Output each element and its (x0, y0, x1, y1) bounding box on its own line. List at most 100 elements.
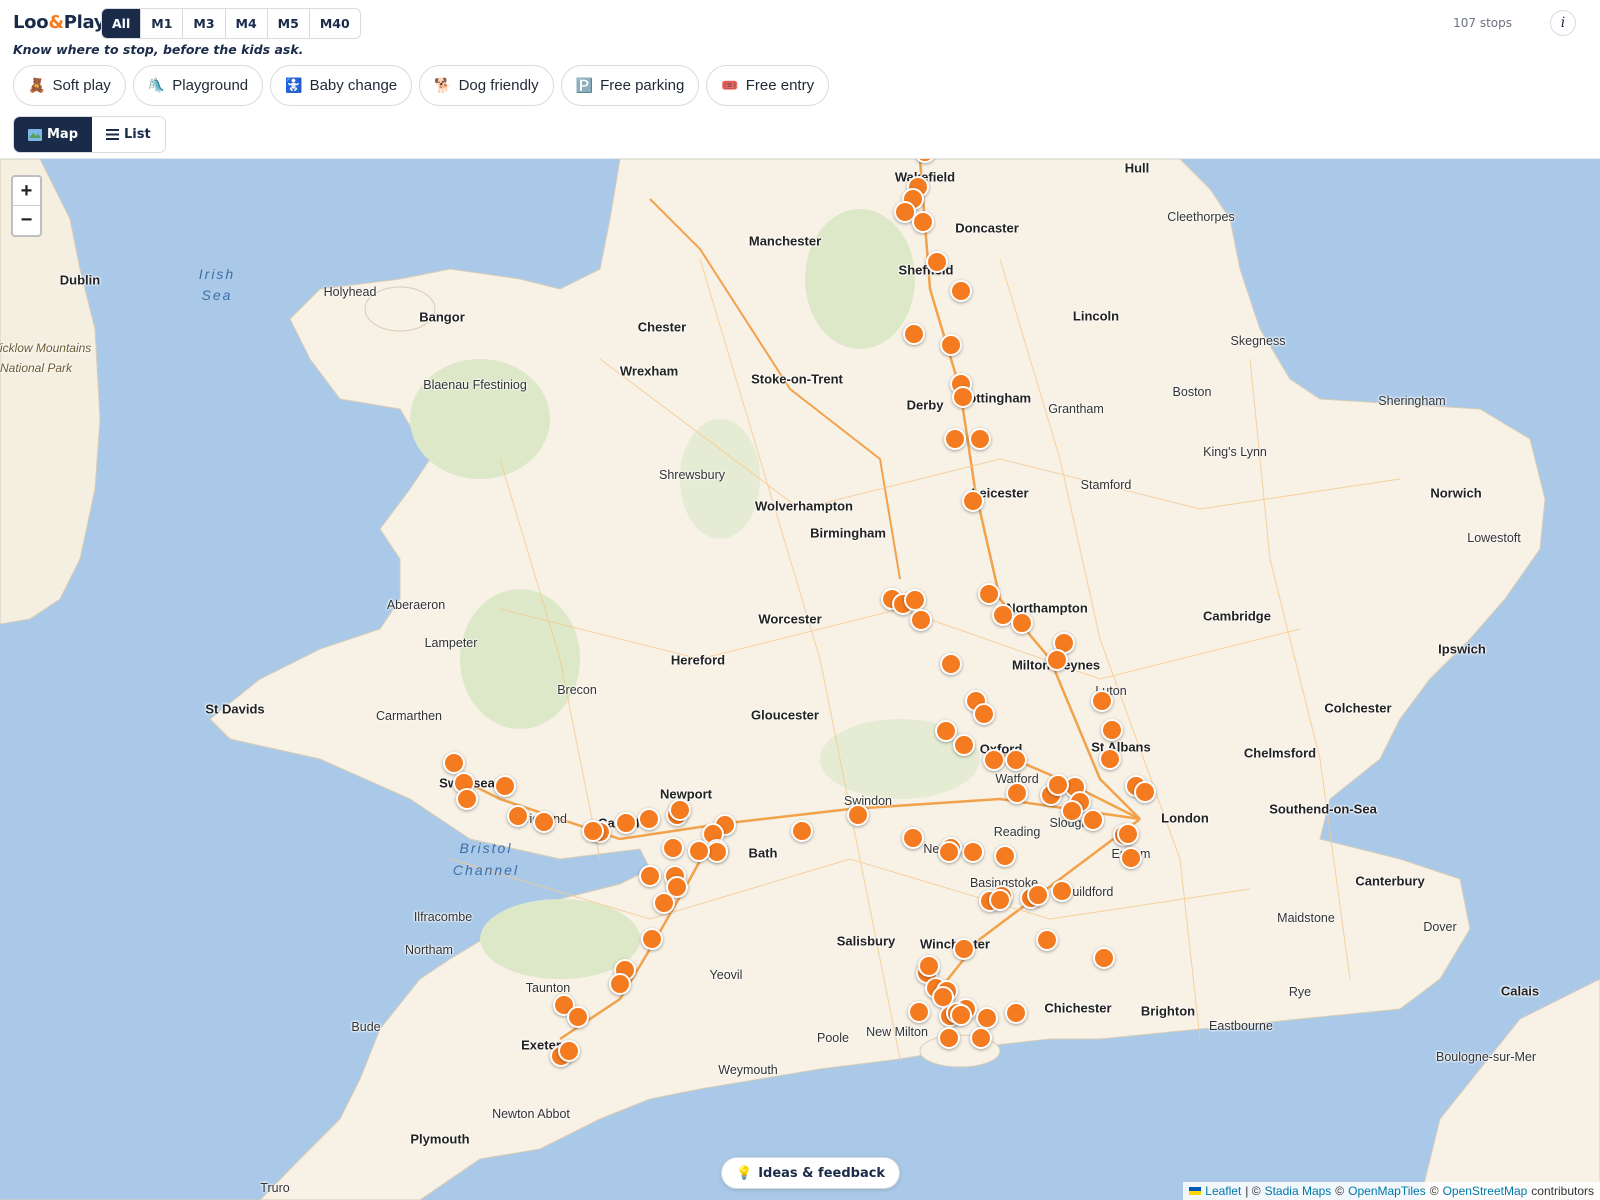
road-filter-m5[interactable]: M5 (268, 9, 310, 38)
stop-marker[interactable] (1005, 749, 1027, 771)
stop-marker[interactable] (1061, 800, 1083, 822)
stop-marker[interactable] (1099, 748, 1121, 770)
stop-marker[interactable] (912, 211, 934, 233)
stop-marker[interactable] (507, 805, 529, 827)
map-label-eastbourne: Eastbourne (1209, 1019, 1273, 1033)
stop-marker[interactable] (653, 892, 675, 914)
stop-marker[interactable] (662, 837, 684, 859)
stop-marker[interactable] (940, 334, 962, 356)
stop-marker[interactable] (983, 749, 1005, 771)
map-label-kings-lynn: King's Lynn (1203, 445, 1267, 459)
stop-marker[interactable] (1082, 809, 1104, 831)
stop-marker[interactable] (494, 775, 516, 797)
stop-marker[interactable] (1101, 719, 1123, 741)
stop-marker[interactable] (1006, 782, 1028, 804)
map-label-shrewsbury: Shrewsbury (659, 468, 725, 482)
stop-marker[interactable] (1036, 929, 1058, 951)
stop-marker[interactable] (669, 799, 691, 821)
stop-marker[interactable] (989, 889, 1011, 911)
stop-marker[interactable] (908, 1001, 930, 1023)
stop-marker[interactable] (976, 1007, 998, 1029)
stop-marker[interactable] (944, 428, 966, 450)
stop-marker[interactable] (615, 812, 637, 834)
stop-marker[interactable] (688, 840, 710, 862)
stop-marker[interactable] (558, 1040, 580, 1062)
stop-marker[interactable] (1093, 947, 1115, 969)
stop-marker[interactable] (926, 251, 948, 273)
stop-marker[interactable] (1047, 774, 1069, 796)
stop-marker[interactable] (847, 804, 869, 826)
stop-marker[interactable] (567, 1006, 589, 1028)
filter-playground[interactable]: 🛝 Playground (132, 65, 264, 106)
stop-marker[interactable] (902, 827, 924, 849)
stop-marker[interactable] (1046, 649, 1068, 671)
stop-marker[interactable] (962, 841, 984, 863)
stop-marker[interactable] (1027, 884, 1049, 906)
stop-marker[interactable] (940, 653, 962, 675)
stop-marker[interactable] (952, 386, 974, 408)
stop-marker[interactable] (962, 490, 984, 512)
stop-marker[interactable] (970, 1027, 992, 1049)
stop-marker[interactable] (904, 589, 926, 611)
filter-free-parking[interactable]: 🅿️ Free parking (560, 65, 700, 106)
stop-marker[interactable] (1005, 1002, 1027, 1024)
stop-marker[interactable] (969, 428, 991, 450)
map-canvas[interactable]: Irish Sea Bristol Channel Wicklow Mounta… (0, 159, 1600, 1200)
road-filter-m4[interactable]: M4 (226, 9, 268, 38)
tagline: Know where to stop, before the kids ask. (13, 42, 304, 57)
map-label-bangor: Bangor (419, 309, 465, 325)
stop-marker[interactable] (609, 973, 631, 995)
stop-marker[interactable] (443, 752, 465, 774)
map-label-hereford: Hereford (670, 652, 726, 668)
map-label-lincoln: Lincoln (1072, 308, 1120, 324)
stop-marker[interactable] (1051, 880, 1073, 902)
stop-marker[interactable] (791, 820, 813, 842)
stop-marker[interactable] (1091, 690, 1113, 712)
leaflet-link[interactable]: Leaflet (1205, 1184, 1241, 1198)
stop-marker[interactable] (973, 703, 995, 725)
stop-marker[interactable] (1117, 823, 1139, 845)
info-button[interactable]: i (1550, 10, 1576, 36)
stop-marker[interactable] (639, 865, 661, 887)
stop-marker[interactable] (1134, 781, 1156, 803)
feedback-button[interactable]: 💡 Ideas & feedback (721, 1157, 901, 1189)
stop-marker[interactable] (638, 808, 660, 830)
map-view-button[interactable]: Map (14, 117, 93, 152)
stop-marker[interactable] (953, 938, 975, 960)
app-logo[interactable]: Loo&Play (13, 12, 106, 33)
stadia-link[interactable]: Stadia Maps (1265, 1184, 1332, 1198)
road-filter-m40[interactable]: M40 (310, 9, 360, 38)
stop-marker[interactable] (953, 734, 975, 756)
stop-marker[interactable] (903, 323, 925, 345)
stop-marker[interactable] (938, 841, 960, 863)
stop-marker[interactable] (641, 928, 663, 950)
stop-marker[interactable] (918, 955, 940, 977)
road-filter-m1[interactable]: M1 (141, 9, 184, 38)
stop-marker[interactable] (994, 845, 1016, 867)
openmaptiles-link[interactable]: OpenMapTiles (1348, 1184, 1426, 1198)
stop-marker[interactable] (533, 811, 555, 833)
stop-marker[interactable] (456, 788, 478, 810)
stop-marker[interactable] (978, 583, 1000, 605)
list-view-label: List (124, 127, 151, 142)
list-view-button[interactable]: List (92, 117, 165, 152)
stop-marker[interactable] (938, 1027, 960, 1049)
stop-marker[interactable] (950, 280, 972, 302)
road-filter-m3[interactable]: M3 (183, 9, 226, 38)
stop-marker[interactable] (910, 609, 932, 631)
stop-marker[interactable] (1011, 612, 1033, 634)
map-label-lowestoft: Lowestoft (1467, 531, 1521, 545)
stop-marker[interactable] (582, 820, 604, 842)
filter-dog-friendly[interactable]: 🐕 Dog friendly (419, 65, 554, 106)
map-label-plymouth: Plymouth (410, 1131, 470, 1147)
stop-marker[interactable] (950, 1004, 972, 1026)
stop-marker[interactable] (1120, 847, 1142, 869)
openstreetmap-link[interactable]: OpenStreetMap (1443, 1184, 1528, 1198)
road-filter-all[interactable]: All (102, 9, 142, 38)
zoom-out-button[interactable]: − (13, 206, 40, 235)
zoom-in-button[interactable]: + (13, 177, 40, 206)
filter-baby-change[interactable]: 🚼 Baby change (270, 65, 413, 106)
map-label-gloucester: Gloucester (751, 707, 819, 723)
filter-soft-play[interactable]: 🧸 Soft play (13, 65, 126, 106)
filter-free-entry[interactable]: 🎟️ Free entry (706, 65, 830, 106)
